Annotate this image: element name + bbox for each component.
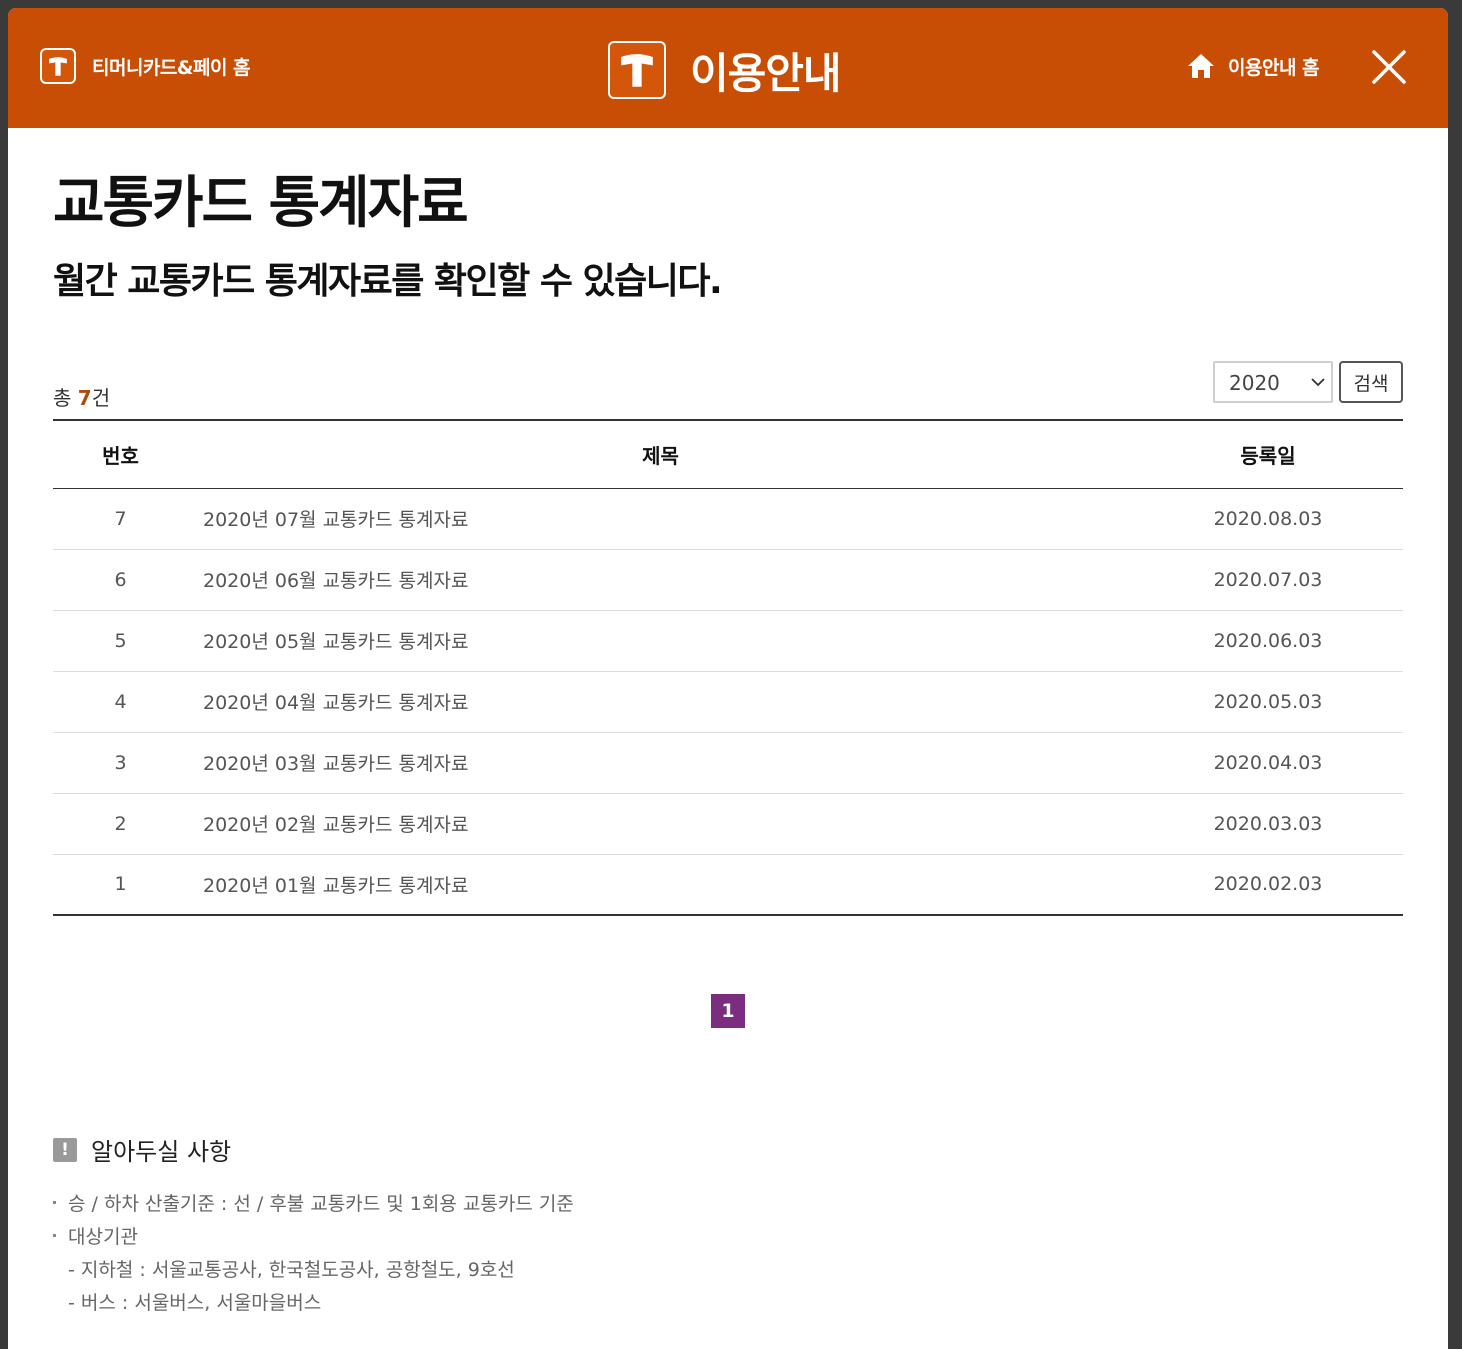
tmoney-logo-icon xyxy=(40,48,76,84)
table-row[interactable]: 4 2020년 04월 교통카드 통계자료 2020.05.03 xyxy=(53,671,1403,733)
notice-item: 승 / 하차 산출기준 : 선 / 후불 교통카드 및 1회용 교통카드 기준 xyxy=(53,1188,574,1221)
row-title-link[interactable]: 2020년 07월 교통카드 통계자료 xyxy=(188,488,1133,550)
total-suffix: 건 xyxy=(91,386,111,410)
row-number: 6 xyxy=(53,549,188,611)
notice-list: 승 / 하차 산출기준 : 선 / 후불 교통카드 및 1회용 교통카드 기준 … xyxy=(53,1188,574,1320)
table-row[interactable]: 7 2020년 07월 교통카드 통계자료 2020.08.03 xyxy=(53,488,1403,550)
notice-heading: ! 알아두실 사항 xyxy=(53,1132,231,1167)
row-number: 1 xyxy=(53,854,188,916)
row-number: 7 xyxy=(53,488,188,550)
table-header-row: 번호 제목 등록일 xyxy=(53,419,1403,489)
table-row[interactable]: 2 2020년 02월 교통카드 통계자료 2020.03.03 xyxy=(53,793,1403,855)
guide-home-label: 이용안내 홈 xyxy=(1228,56,1320,79)
tmoney-home-link[interactable]: 티머니카드&페이 홈 xyxy=(40,48,251,84)
header-title-text: 이용안내 xyxy=(690,48,842,98)
page-subtitle: 월간 교통카드 통계자료를 확인할 수 있습니다. xyxy=(53,261,723,302)
notice-title: 알아두실 사항 xyxy=(91,1138,232,1166)
header-number: 번호 xyxy=(53,419,188,489)
row-number: 2 xyxy=(53,793,188,855)
total-prefix: 총 xyxy=(53,386,78,410)
header-date: 등록일 xyxy=(1133,419,1403,489)
table-row[interactable]: 6 2020년 06월 교통카드 통계자료 2020.07.03 xyxy=(53,549,1403,611)
total-count-label: 총 7건 xyxy=(53,382,110,411)
guide-home-link[interactable]: 이용안내 홈 xyxy=(1186,50,1320,82)
modal-window: 티머니카드&페이 홈 이용안내 이용안내 홈 교통카드 통계자료 월간 교통카드… xyxy=(8,8,1448,1349)
row-date: 2020.06.03 xyxy=(1133,610,1403,672)
header-title-col: 제목 xyxy=(188,419,1133,489)
notice-sub-item: - 버스 : 서울버스, 서울마을버스 xyxy=(68,1292,322,1314)
row-date: 2020.04.03 xyxy=(1133,732,1403,794)
header-title: 이용안내 xyxy=(608,40,842,100)
row-title-link[interactable]: 2020년 06월 교통카드 통계자료 xyxy=(188,549,1133,611)
year-select-value: 2020 xyxy=(1229,371,1280,395)
notice-item: 대상기관 xyxy=(53,1221,574,1254)
home-icon xyxy=(1188,54,1214,78)
table-row[interactable]: 5 2020년 05월 교통카드 통계자료 2020.06.03 xyxy=(53,610,1403,672)
page-title: 교통카드 통계자료 xyxy=(53,171,469,236)
row-date: 2020.08.03 xyxy=(1133,488,1403,550)
row-date: 2020.05.03 xyxy=(1133,671,1403,733)
row-title-link[interactable]: 2020년 01월 교통카드 통계자료 xyxy=(188,854,1133,916)
row-date: 2020.07.03 xyxy=(1133,549,1403,611)
header-bar: 티머니카드&페이 홈 이용안내 이용안내 홈 xyxy=(8,8,1448,128)
row-number: 5 xyxy=(53,610,188,672)
pagination-page-current[interactable]: 1 xyxy=(711,994,745,1028)
row-number: 3 xyxy=(53,732,188,794)
year-select[interactable]: 2020 xyxy=(1213,361,1333,403)
row-number: 4 xyxy=(53,671,188,733)
tmoney-logo-icon xyxy=(608,41,666,99)
close-icon xyxy=(1372,50,1406,84)
stats-table: 번호 제목 등록일 7 2020년 07월 교통카드 통계자료 2020.08.… xyxy=(53,419,1403,916)
total-count: 7 xyxy=(77,386,92,410)
row-date: 2020.03.03 xyxy=(1133,793,1403,855)
exclamation-icon: ! xyxy=(53,1137,77,1162)
row-title-link[interactable]: 2020년 05월 교통카드 통계자료 xyxy=(188,610,1133,672)
row-title-link[interactable]: 2020년 03월 교통카드 통계자료 xyxy=(188,732,1133,794)
tmoney-home-label: 티머니카드&페이 홈 xyxy=(92,56,251,79)
notice-sub-item: - 지하철 : 서울교통공사, 한국철도공사, 공항철도, 9호선 xyxy=(68,1259,515,1281)
chevron-down-icon xyxy=(1311,378,1325,387)
close-button[interactable] xyxy=(1370,48,1408,86)
search-button[interactable]: 검색 xyxy=(1339,361,1403,403)
row-title-link[interactable]: 2020년 04월 교통카드 통계자료 xyxy=(188,671,1133,733)
table-row[interactable]: 3 2020년 03월 교통카드 통계자료 2020.04.03 xyxy=(53,732,1403,794)
row-date: 2020.02.03 xyxy=(1133,854,1403,916)
row-title-link[interactable]: 2020년 02월 교통카드 통계자료 xyxy=(188,793,1133,855)
table-row[interactable]: 1 2020년 01월 교통카드 통계자료 2020.02.03 xyxy=(53,854,1403,916)
